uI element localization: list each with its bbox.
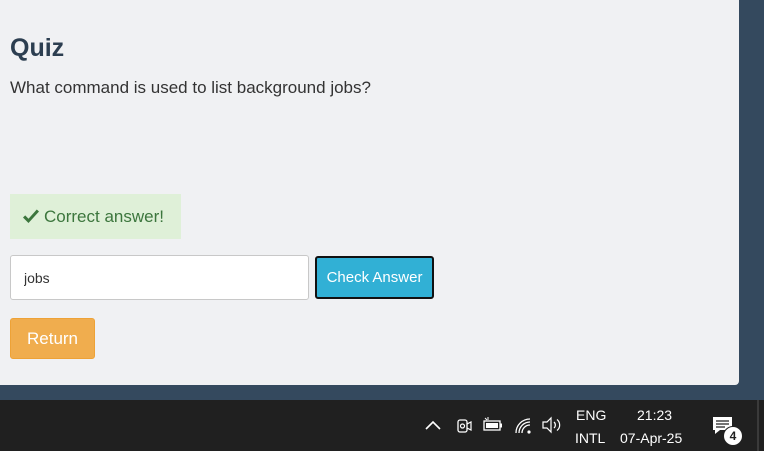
clock-time[interactable]: 21:23	[637, 407, 672, 423]
page-title: Quiz	[10, 34, 65, 62]
clock-date[interactable]: 07-Apr-25	[620, 430, 682, 446]
wifi-icon[interactable]	[514, 417, 534, 435]
volume-icon[interactable]	[541, 416, 563, 434]
keyboard-layout[interactable]: INTL	[575, 430, 605, 446]
quiz-panel: Quiz What command is used to list backgr…	[0, 0, 739, 385]
meet-now-icon[interactable]	[455, 416, 473, 436]
success-alert: Correct answer!	[10, 194, 181, 239]
notification-count-badge: 4	[723, 426, 743, 446]
return-button[interactable]: Return	[10, 318, 95, 359]
taskbar: ENG INTL 21:23 07-Apr-25 4	[0, 400, 764, 451]
check-answer-button[interactable]: Check Answer	[315, 256, 434, 299]
answer-input[interactable]	[10, 255, 309, 300]
language-code[interactable]: ENG	[576, 407, 606, 423]
checkmark-icon	[23, 209, 39, 223]
battery-icon[interactable]	[482, 416, 504, 434]
show-desktop-button[interactable]	[757, 400, 759, 451]
chevron-up-icon[interactable]	[424, 419, 442, 431]
question-text: What command is used to list background …	[10, 78, 371, 97]
feedback-text: Correct answer!	[44, 206, 164, 226]
